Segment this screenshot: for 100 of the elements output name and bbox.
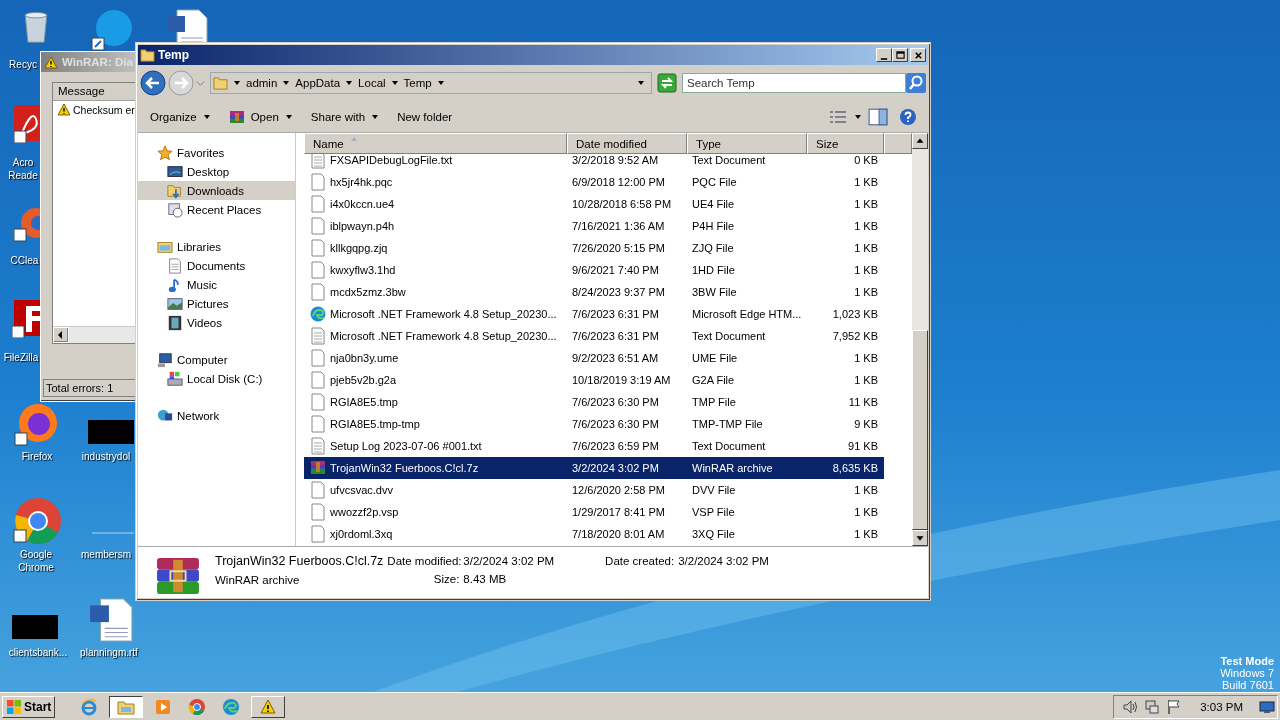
column-header[interactable]: Name: [304, 133, 567, 154]
chrome-shortcut-icon[interactable]: [13, 497, 61, 545]
search-field[interactable]: Search Temp: [682, 73, 906, 93]
file-row[interactable]: Setup Log 2023-07-06 #001.txt 7/6/2023 6:59 PM Text Document 91 KB: [304, 435, 884, 457]
file-row[interactable]: iblpwayn.p4h 7/16/2021 1:36 AM P4H File 1 KB: [304, 215, 884, 237]
minimize-button[interactable]: [876, 48, 892, 62]
toolbar-button[interactable]: Share with: [302, 108, 388, 126]
nav-item[interactable]: Videos: [138, 313, 295, 332]
vertical-scrollbar[interactable]: [912, 133, 928, 546]
file-row[interactable]: pjeb5v2b.g2a 10/18/2019 3:19 AM G2A File 1 KB: [304, 369, 884, 391]
desktop-icon-label[interactable]: FileZilla: [3, 351, 39, 364]
nav-group-item[interactable]: Network: [138, 406, 295, 425]
file-row[interactable]: ufvcsvac.dvv 12/6/2020 2:58 PM DVV File 1 KB: [304, 479, 884, 501]
nav-group-item[interactable]: Favorites: [138, 143, 295, 162]
desktop-icon-label[interactable]: Firefox: [13, 450, 61, 463]
address-bar[interactable]: admin AppData Local Temp: [210, 72, 652, 94]
breadcrumb-caret-icon[interactable]: [282, 79, 291, 87]
breadcrumb-caret-icon[interactable]: [233, 79, 241, 87]
desktop-icon-label[interactable]: Recyc: [8, 58, 38, 71]
skype-shortcut-icon[interactable]: [90, 8, 134, 52]
view-caret-icon[interactable]: [854, 113, 862, 121]
back-button[interactable]: [140, 70, 166, 96]
breadcrumb-item[interactable]: Local: [358, 77, 386, 89]
file-row[interactable]: Microsoft .NET Framework 4.8 Setup_20230... 7/6/2023 6:31 PM Text Document 7,952 KB: [304, 325, 884, 347]
type-cell-text: 3BW File: [691, 286, 738, 298]
desktop-icon-label[interactable]: Acro Reade: [6, 156, 40, 182]
word-document-icon[interactable]: [88, 597, 134, 643]
close-button[interactable]: [910, 48, 926, 62]
caret-icon: [202, 113, 211, 121]
redacted-thumbnail[interactable]: [88, 420, 134, 444]
address-dropdown-caret-icon[interactable]: [637, 79, 645, 87]
toolbar-button[interactable]: New folder: [389, 108, 461, 126]
horizontal-scrollbar[interactable]: [53, 326, 137, 343]
toolbar-button[interactable]: Organize: [142, 108, 219, 126]
nav-item[interactable]: Recent Places: [138, 200, 295, 219]
taskbar-warning-button[interactable]: [251, 695, 286, 718]
nav-group-item[interactable]: Libraries: [138, 237, 295, 256]
file-row[interactable]: RGIA8E5.tmp-tmp 7/6/2023 6:30 PM TMP-TMP File 9 KB: [304, 413, 884, 435]
file-row[interactable]: kllkgqpg.zjq 7/26/2020 5:15 PM ZJQ File 1 KB: [304, 237, 884, 259]
nav-item[interactable]: Music: [138, 275, 295, 294]
preview-pane-icon[interactable]: [868, 108, 888, 126]
column-header[interactable]: Type: [687, 133, 807, 154]
breadcrumb-caret-icon[interactable]: [345, 79, 354, 87]
nav-item[interactable]: Pictures: [138, 294, 295, 313]
taskbar-explorer-button[interactable]: [109, 695, 144, 718]
breadcrumb-item[interactable]: Temp: [403, 77, 432, 89]
ccleaner-shortcut-icon[interactable]: [14, 205, 40, 243]
flag-icon[interactable]: [1166, 698, 1183, 715]
date-cell-text: 9/2/2023 6:51 AM: [571, 352, 660, 364]
desktop-icon-label[interactable]: industrydol: [78, 450, 134, 463]
firefox-shortcut-icon[interactable]: [14, 403, 58, 447]
message-text[interactable]: Checksum er: [73, 103, 135, 116]
toolbar-button[interactable]: Open: [220, 106, 301, 128]
column-header[interactable]: Date modified: [567, 133, 687, 154]
file-row[interactable]: i4x0kccn.ue4 10/28/2018 6:58 PM UE4 File 1 KB: [304, 193, 884, 215]
nav-item[interactable]: Downloads: [138, 181, 295, 200]
refresh-button[interactable]: [657, 73, 677, 93]
nav-item[interactable]: Desktop: [138, 162, 295, 181]
size-cell-text: 1 KB: [853, 220, 879, 232]
file-row[interactable]: Microsoft .NET Framework 4.8 Setup_20230... 7/6/2023 6:31 PM Microsoft Edge HTM... 1,023 KB: [304, 303, 884, 325]
size-cell-text: 91 KB: [847, 440, 879, 452]
show-desktop-icon[interactable]: [1259, 698, 1275, 715]
file-row[interactable]: wwozzf2p.vsp 1/29/2017 8:41 PM VSP File 1 KB: [304, 501, 884, 523]
file-row[interactable]: kwxyflw3.1hd 9/6/2021 7:40 PM 1HD File 1 KB: [304, 259, 884, 281]
redacted-thumbnail[interactable]: [12, 615, 58, 639]
file-name: Setup Log 2023-07-06 #001.txt: [330, 440, 482, 452]
network-icon[interactable]: [1144, 698, 1161, 715]
text-file-icon: [310, 437, 326, 455]
nav-group-item[interactable]: Computer: [138, 350, 295, 369]
search-icon[interactable]: [906, 73, 926, 93]
start-button[interactable]: Start: [2, 695, 56, 718]
acrobat-shortcut-icon[interactable]: [14, 105, 40, 143]
filezilla-shortcut-icon[interactable]: [12, 300, 40, 338]
desktop-icon-label[interactable]: CClea: [10, 254, 39, 267]
file-name: kllkgqpg.zjq: [330, 242, 388, 254]
column-header[interactable]: Size: [807, 133, 884, 154]
file-row[interactable]: xj0rdoml.3xq 7/18/2020 8:01 AM 3XQ File 1 KB: [304, 523, 884, 545]
column-header[interactable]: Message: [53, 83, 137, 101]
file-row[interactable]: nja0bn3y.ume 9/2/2023 6:51 AM UME File 1 KB: [304, 347, 884, 369]
maximize-button[interactable]: [892, 48, 908, 62]
clock[interactable]: 3:03 PM: [1200, 700, 1243, 713]
nav-item[interactable]: Documents: [138, 256, 295, 275]
nav-item[interactable]: Local Disk (C:): [138, 369, 295, 388]
file-row[interactable]: FXSAPIDebugLogFile.txt 3/2/2018 9:52 AM Text Document 0 KB: [304, 154, 884, 171]
view-options-icon[interactable]: [828, 108, 848, 126]
date-cell-text: 7/26/2020 5:15 PM: [571, 242, 666, 254]
breadcrumb-item[interactable]: admin: [246, 77, 278, 89]
breadcrumb-caret-icon[interactable]: [436, 79, 445, 87]
scroll-thumb[interactable]: [912, 330, 928, 530]
file-row[interactable]: RGIA8E5.tmp 7/6/2023 6:30 PM TMP File 11 KB: [304, 391, 884, 413]
file-row[interactable]: mcdx5zmz.3bw 8/24/2023 9:37 PM 3BW File 1 KB: [304, 281, 884, 303]
file-row[interactable]: TrojanWin32 Fuerboos.C!cl.7z 3/2/2024 3:02 PM WinRAR archive 8,635 KB: [304, 457, 884, 479]
volume-icon[interactable]: [1122, 698, 1139, 715]
breadcrumb-caret-icon[interactable]: [390, 79, 399, 87]
help-icon[interactable]: [898, 108, 918, 126]
date-cell-text: 7/18/2020 8:01 AM: [571, 528, 666, 540]
breadcrumb-item[interactable]: AppData: [295, 77, 341, 89]
file-row[interactable]: hx5jr4hk.pqc 6/9/2018 12:00 PM PQC File 1 KB: [304, 171, 884, 193]
date-cell-text: 10/18/2019 3:19 AM: [571, 374, 672, 386]
blank-file-icon: [310, 261, 326, 279]
